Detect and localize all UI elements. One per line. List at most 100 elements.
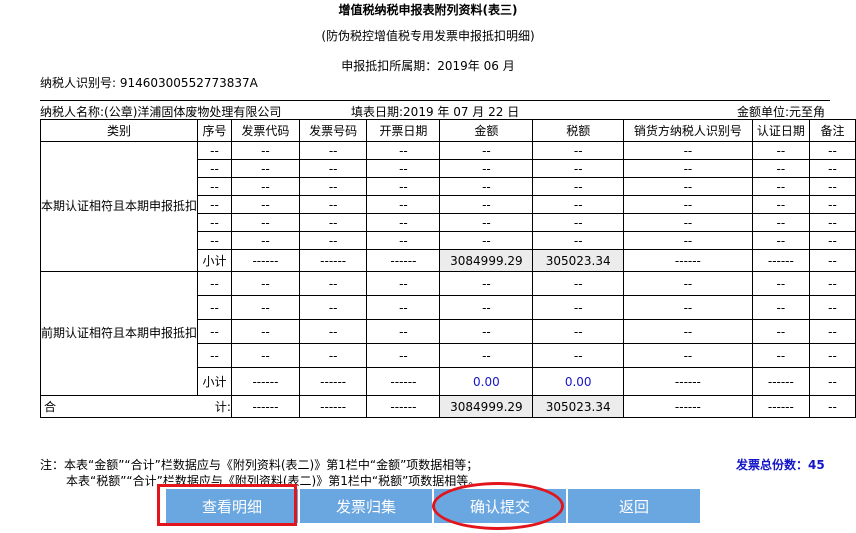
fill-date: 填表日期:2019 年 07 月 22 日	[351, 105, 520, 119]
table-cell: ------	[366, 249, 441, 272]
table-cell: --	[808, 319, 856, 344]
table-cell: --	[808, 343, 856, 368]
table-cell: --	[197, 177, 232, 196]
table-cell: --	[623, 343, 753, 368]
table-cell: --	[298, 271, 368, 296]
table-cell: --	[808, 213, 856, 232]
table-cell: --	[197, 195, 232, 214]
col-header-cert-date: 认证日期	[751, 119, 810, 142]
invoice-collect-button[interactable]: 发票归集	[300, 489, 432, 523]
table-cell: --	[751, 177, 810, 196]
amount-unit: 金额单位:元至角	[737, 105, 826, 119]
table-cell: --	[366, 231, 441, 250]
table-cell: --	[298, 343, 368, 368]
table-cell: ------	[623, 249, 753, 272]
table-cell: --	[439, 231, 534, 250]
table-cell: --	[197, 141, 232, 160]
subtotal-label: 小计	[197, 367, 232, 396]
taxpayer-name: 纳税人名称:(公章)洋浦固体废物处理有限公司	[40, 105, 282, 119]
table-cell: ------	[751, 367, 810, 396]
table-cell: --	[439, 295, 534, 320]
table-cell: --	[532, 177, 625, 196]
total-cell: ------	[623, 395, 753, 418]
table-cell: --	[230, 319, 300, 344]
table-cell: --	[532, 141, 625, 160]
table-cell: --	[197, 213, 232, 232]
table-cell: --	[439, 271, 534, 296]
table-cell: --	[808, 159, 856, 178]
table-cell: --	[532, 271, 625, 296]
table-cell: --	[230, 213, 300, 232]
table-cell: --	[366, 141, 441, 160]
total-cell: ------	[230, 395, 300, 418]
table-cell: --	[366, 319, 441, 344]
table-cell: --	[298, 159, 368, 178]
table-cell: --	[751, 295, 810, 320]
table-cell: --	[623, 213, 753, 232]
table-cell: --	[298, 319, 368, 344]
prior-period-section: 前期认证相符且本期申报抵扣 -- -- -- -- -- -- -- -- -- -- -- -- -- -…	[39, 271, 856, 396]
table-cell: --	[230, 141, 300, 160]
table-cell: --	[230, 231, 300, 250]
table-cell: --	[230, 159, 300, 178]
table-cell: --	[532, 213, 625, 232]
table-cell: --	[751, 231, 810, 250]
table-cell: --	[298, 231, 368, 250]
total-tax: 305023.34	[532, 395, 625, 418]
col-header-category: 类别	[39, 119, 199, 142]
table-cell: --	[751, 213, 810, 232]
table-cell: --	[532, 231, 625, 250]
col-header-issue-date: 开票日期	[366, 119, 441, 142]
table-cell: --	[623, 195, 753, 214]
back-button[interactable]: 返回	[568, 489, 700, 523]
current-period-section: 本期认证相符且本期申报抵扣 -- -- -- -- -- -- -- -- -- -- -- -- -- -…	[39, 141, 856, 272]
table-cell: --	[298, 295, 368, 320]
table-cell: --	[808, 367, 856, 396]
subtotal-amount: 0.00	[439, 367, 534, 396]
table-cell: --	[439, 159, 534, 178]
total-cell: --	[808, 395, 856, 418]
page-subtitle: (防伪税控增值税专用发票申报抵扣明细)	[321, 29, 535, 43]
table-cell: --	[623, 141, 753, 160]
table-cell: --	[751, 319, 810, 344]
declaration-period: 申报抵扣所属期：2019年 06 月	[341, 59, 515, 73]
table-cell: --	[298, 195, 368, 214]
table-cell: --	[230, 271, 300, 296]
table-cell: --	[439, 213, 534, 232]
table-cell: --	[439, 177, 534, 196]
table-cell: --	[751, 195, 810, 214]
taxpayer-id: 纳税人识别号: 91460300552773837A	[40, 76, 258, 90]
table-cell: --	[298, 177, 368, 196]
highlight-rectangle-annotation	[157, 484, 297, 526]
col-header-invoice-code: 发票代码	[230, 119, 300, 142]
table-cell: --	[808, 249, 856, 272]
table-header-row: 类别 序号 发票代码 发票号码 开票日期 金额 税额 销货方纳税人识别号 认证日…	[39, 119, 856, 142]
table-total-row: 合 计: ------ ------ ------ 3084999.29 305…	[40, 395, 856, 418]
table-cell: --	[808, 295, 856, 320]
table-cell: --	[808, 141, 856, 160]
table-cell: --	[808, 271, 856, 296]
table-cell: --	[197, 159, 232, 178]
table-cell: ------	[366, 367, 441, 396]
total-label: 合 计:	[40, 395, 232, 418]
table-cell: --	[298, 141, 368, 160]
table-cell: ------	[751, 249, 810, 272]
table-row: 本期认证相符且本期申报抵扣 -- -- -- -- -- -- -- -- --	[39, 141, 856, 272]
total-amount: 3084999.29	[439, 395, 534, 418]
subtotal-tax: 0.00	[532, 367, 625, 396]
table-cell: --	[366, 213, 441, 232]
table-cell: --	[808, 177, 856, 196]
table-cell: ------	[298, 367, 368, 396]
table-cell: --	[623, 319, 753, 344]
table-cell: --	[808, 195, 856, 214]
table-cell: --	[366, 195, 441, 214]
invoice-deduction-table: 类别 序号 发票代码 发票号码 开票日期 金额 税额 销货方纳税人识别号 认证日…	[39, 119, 856, 418]
table-cell: --	[532, 195, 625, 214]
table-cell: --	[532, 159, 625, 178]
table-cell: --	[439, 195, 534, 214]
table-cell: --	[197, 343, 232, 368]
table-cell: --	[623, 271, 753, 296]
table-cell: --	[366, 159, 441, 178]
table-cell: --	[366, 177, 441, 196]
table-cell: ------	[623, 367, 753, 396]
